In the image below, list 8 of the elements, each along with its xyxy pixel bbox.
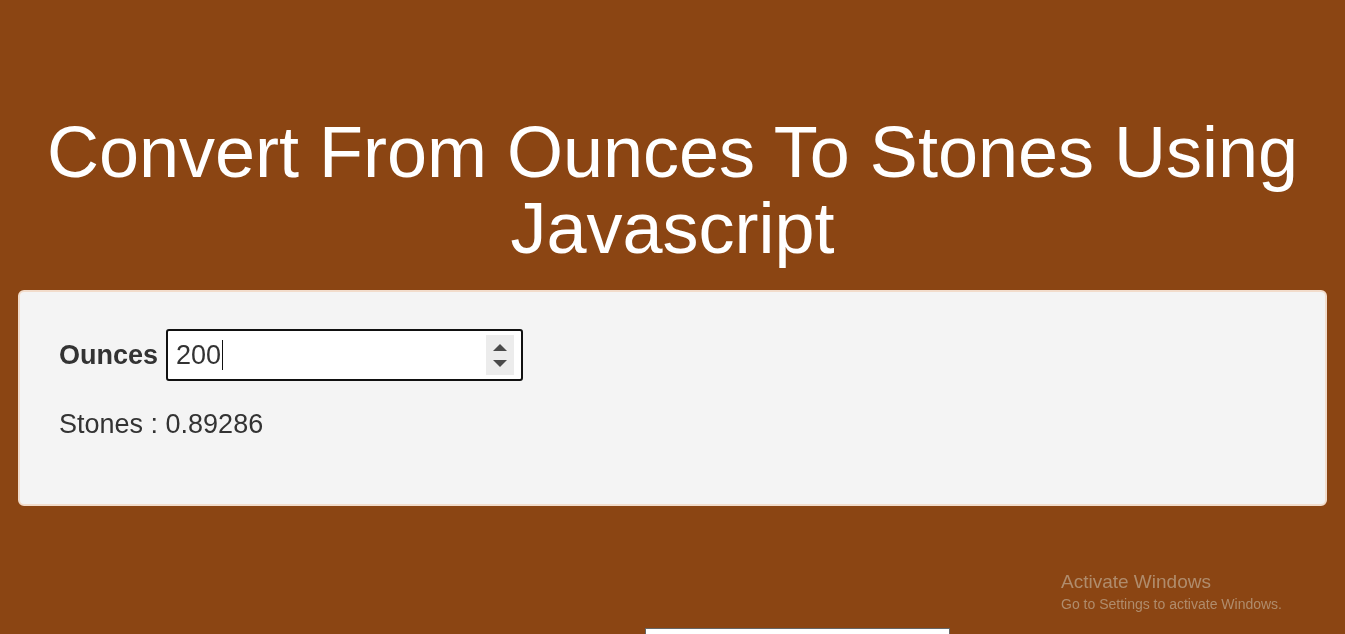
- text-cursor-icon: [222, 340, 224, 370]
- number-field[interactable]: 200: [166, 329, 524, 381]
- ounces-label: Ounces: [59, 339, 159, 371]
- page-title: Convert From Ounces To Stones Using Javascript: [45, 114, 1300, 266]
- stones-result: Stones : 0.89286: [59, 409, 265, 440]
- activation-heading: Activate Windows: [1061, 571, 1212, 593]
- spinner-icon[interactable]: [486, 335, 515, 375]
- activation-subtext: Go to Settings to activate Windows.: [1061, 595, 1282, 613]
